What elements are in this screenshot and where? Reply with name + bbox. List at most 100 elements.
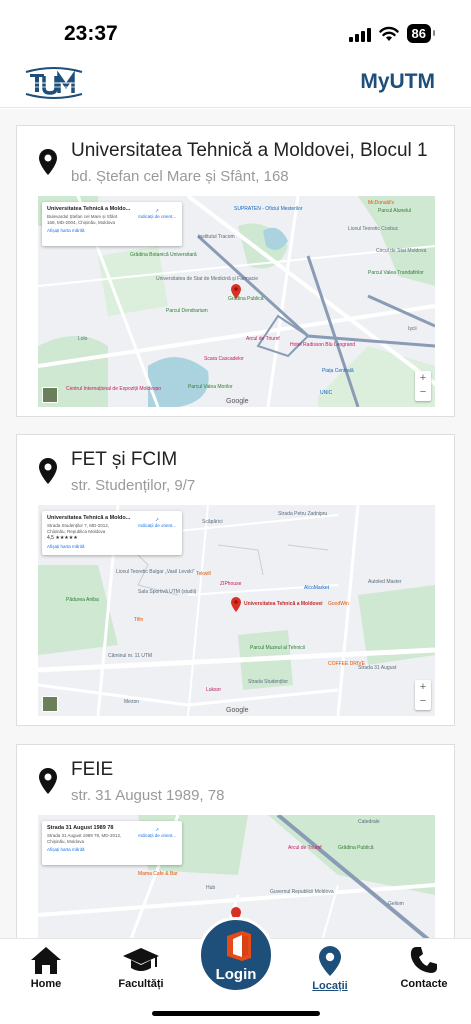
map-label: Ișcii	[408, 326, 417, 332]
app-title: MyUTM	[360, 70, 435, 93]
map-label: Tifin	[134, 617, 144, 623]
office-icon	[227, 931, 251, 961]
nav-contacts[interactable]: Contacte	[384, 945, 464, 990]
map-label: Strada Petru Zadnipru	[278, 511, 328, 517]
zoom-out-button[interactable]: −	[415, 694, 431, 708]
location-map[interactable]: Strada Petru Zadnipru Scăpărici Tekwill …	[38, 505, 435, 716]
map-directions-label: Indicații de orient...	[138, 214, 176, 219]
map-label: GoodWin	[328, 601, 349, 607]
status-icons: 86	[348, 24, 436, 43]
utm-logo-icon[interactable]	[22, 66, 86, 100]
location-header: Universitatea Tehnică a Moldovei, Blocul…	[37, 140, 444, 200]
map-label: Circul de Stat Moldova	[376, 248, 427, 254]
location-address: str. Studenților, 9/7	[71, 477, 196, 494]
zoom-in-button[interactable]: +	[415, 680, 431, 694]
map-directions-link[interactable]: ➚ Indicații de orient...	[138, 208, 176, 219]
map-label: Mezon	[124, 699, 140, 705]
home-icon	[31, 947, 61, 974]
location-pin-icon	[39, 458, 57, 484]
map-directions-link[interactable]: ➚ Indicații de orient...	[138, 517, 176, 528]
map-label: Guvernul Republicii Moldova	[270, 889, 334, 895]
nav-contacts-label: Contacte	[400, 978, 448, 990]
map-label: Institutul Tracom	[198, 234, 235, 240]
bottom-nav: Home Facultăți Login Locații Contacte	[0, 917, 471, 1024]
map-label: Arcul de Triumf	[288, 845, 322, 851]
map-label: Parcul Muzeul al Tehnicii	[250, 645, 305, 651]
location-card: Universitatea Tehnică a Moldovei, Blocul…	[16, 125, 455, 417]
satellite-toggle[interactable]	[42, 387, 58, 403]
location-title: FEIE	[71, 759, 114, 780]
map-directions-label: Indicații de orient...	[138, 523, 176, 528]
map-label: Tekwill	[196, 571, 211, 577]
map-directions-link[interactable]: ➚ Indicații de orient...	[138, 827, 176, 838]
locations-list[interactable]: Universitatea Tehnică a Moldovei, Blocul…	[0, 109, 471, 939]
location-pin-icon	[39, 768, 57, 794]
map-info-address: Bulevardul Ștefan cel Mare și Sfânt 168,…	[47, 214, 118, 225]
google-logo: Google	[226, 707, 249, 714]
map-info-address: Strada Studenților 7, MD-2012, Chișinău,…	[47, 523, 110, 534]
nav-locations-label: Locații	[312, 980, 348, 992]
location-map[interactable]: SUPRATEN - Oficiul Mesterilor McDonald's…	[38, 196, 435, 407]
map-label: AlcoMarket	[304, 585, 330, 591]
map-label: Centrul Internațional de Expoziții Molde…	[66, 386, 162, 392]
location-card: FEIE str. 31 August 1989, 78 Catedrale A…	[16, 744, 455, 939]
map-label: Hub	[206, 885, 216, 891]
map-info-rating: 4,5 ★★★★★	[47, 535, 78, 541]
map-label: Universitatea de Stat de Medicină și Far…	[156, 276, 258, 282]
location-address: str. 31 August 1989, 78	[71, 787, 225, 804]
map-label: Grădina Publică	[228, 296, 264, 302]
google-logo: Google	[226, 398, 249, 405]
phone-icon	[410, 947, 437, 973]
map-enlarge-link[interactable]: Afișați harta mărită	[47, 228, 177, 233]
map-label: Parcul Alunelul	[378, 208, 412, 214]
zoom-in-button[interactable]: +	[415, 371, 431, 385]
map-label: McDonald's	[368, 200, 394, 206]
map-enlarge-link[interactable]: Afișați harta mărită	[47, 544, 177, 549]
map-label: Căminul nr. 11 UTM	[108, 653, 153, 659]
map-label: Grădina Botanică Universitară	[130, 252, 197, 258]
map-label: Hotel Radisson Blu Leogrand	[290, 342, 356, 348]
location-header: FEIE str. 31 August 1989, 78	[37, 759, 444, 819]
map-zoom-control: + −	[415, 680, 431, 710]
map-label: Mama Cafe & Bar	[138, 871, 178, 877]
map-label: Strada 31 August	[358, 665, 397, 671]
map-label: Arcul de Triumf	[246, 336, 280, 342]
login-button[interactable]: Login	[198, 917, 274, 993]
location-pin-icon	[319, 946, 341, 976]
map-directions-label: Indicații de orient...	[138, 833, 176, 838]
status-time: 23:37	[64, 22, 118, 45]
nav-home-label: Home	[30, 978, 62, 990]
map-label: Strada Studenților	[248, 679, 289, 685]
satellite-toggle[interactable]	[42, 696, 58, 712]
nav-locations[interactable]: Locații	[290, 945, 370, 992]
location-title: FET și FCIM	[71, 449, 178, 470]
app-header: MyUTM	[0, 58, 471, 108]
map-info-box: Universitatea Tehnică a Moldo... Strada …	[42, 511, 182, 555]
battery-indicator: 86	[406, 24, 436, 43]
map-label: Catedrale	[358, 819, 380, 825]
nav-faculties[interactable]: Facultăți	[101, 945, 181, 990]
home-indicator	[152, 1011, 320, 1016]
map-label: Scăpărici	[202, 519, 223, 525]
map-label: Universitatea Tehnică a Moldovei	[244, 601, 323, 607]
login-label: Login	[215, 966, 257, 983]
map-info-box: Strada 31 August 1989 78 Strada 31 Augus…	[42, 821, 182, 865]
map-label: Autoled Master	[368, 579, 402, 585]
map-info-address: Strada 31 August 1989 78, MD-2012, Chiși…	[47, 833, 122, 844]
map-enlarge-link[interactable]: Afișați harta mărită	[47, 847, 177, 852]
nav-faculties-label: Facultăți	[118, 978, 164, 990]
status-bar: 23:37 86	[0, 0, 471, 60]
map-zoom-control: + −	[415, 371, 431, 401]
map-label: Geliom	[388, 901, 404, 907]
location-pin-icon	[39, 149, 57, 175]
location-address: bd. Ștefan cel Mare și Sfânt, 168	[71, 168, 289, 185]
map-label: UNIC	[320, 390, 333, 396]
map-label: Liceul Teoretic Cosbuc	[348, 226, 399, 232]
map-label: Luksor	[206, 687, 222, 693]
location-header: FET și FCIM str. Studenților, 9/7	[37, 449, 444, 509]
map-label: Parcul Valea Morilor	[188, 384, 233, 390]
graduation-cap-icon	[123, 948, 159, 971]
location-card: FET și FCIM str. Studenților, 9/7 Strada…	[16, 434, 455, 726]
zoom-out-button[interactable]: −	[415, 385, 431, 399]
nav-home[interactable]: Home	[6, 945, 86, 990]
